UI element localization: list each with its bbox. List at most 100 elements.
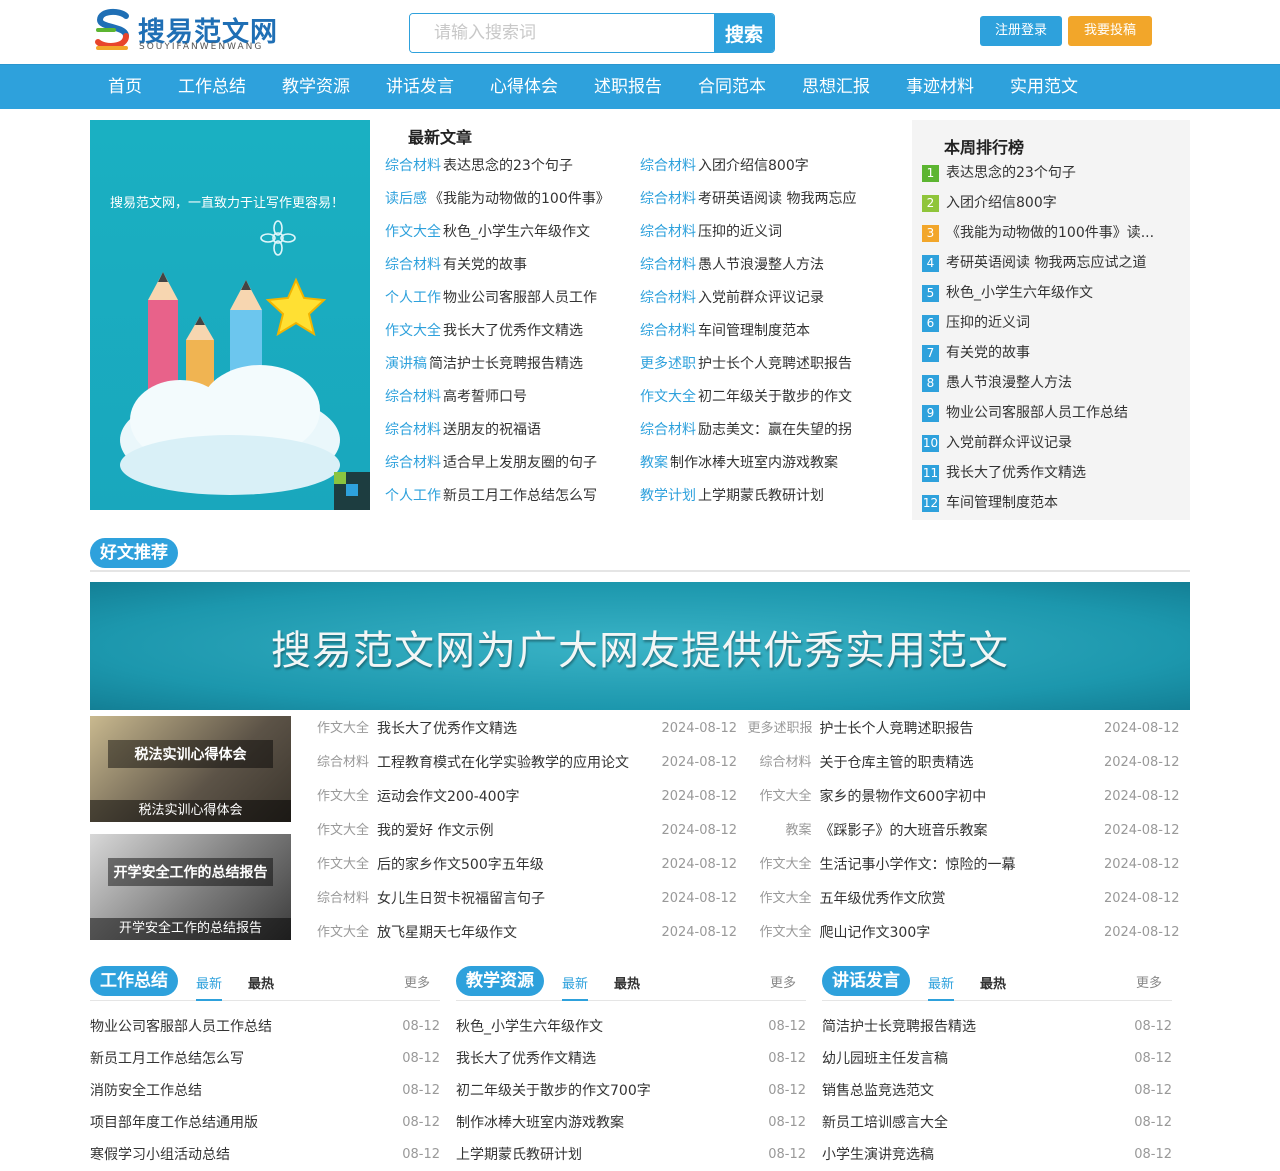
latest-item[interactable]: 综合材料 送朋友的祝福语 xyxy=(385,414,640,447)
recommend-item[interactable]: 教案 《踩影子》的大班音乐教案 2024-08-12 xyxy=(748,814,1191,848)
recommend-item[interactable]: 作文大全 家乡的景物作文600字初中 2024-08-12 xyxy=(748,780,1191,814)
list-item[interactable]: 幼儿园班主任发言稿 08-12 xyxy=(822,1043,1172,1075)
latest-item-tag[interactable]: 作文大全 xyxy=(640,389,696,405)
nav-item[interactable]: 合同范本 xyxy=(680,65,784,110)
nav-link[interactable]: 工作总结 xyxy=(160,65,264,110)
list-item[interactable]: 新员工培训感言大全 08-12 xyxy=(822,1107,1172,1139)
latest-item-title[interactable]: 高考誓师口号 xyxy=(443,389,527,405)
latest-item-tag[interactable]: 演讲稿 xyxy=(385,356,427,372)
ranking-item-title[interactable]: 车间管理制度范本 xyxy=(946,488,1058,518)
latest-item[interactable]: 作文大全 初二年级关于散步的作文 xyxy=(640,381,895,414)
latest-item-tag[interactable]: 综合材料 xyxy=(640,323,696,339)
column-title[interactable]: 工作总结 xyxy=(90,966,178,996)
latest-item-tag[interactable]: 综合材料 xyxy=(385,455,441,471)
latest-item-title[interactable]: 励志美文：赢在失望的拐 xyxy=(698,422,852,438)
latest-item[interactable]: 综合材料 愚人节浪漫整人方法 xyxy=(640,249,895,282)
list-item-title[interactable]: 初二年级关于散步的作文700字 xyxy=(456,1075,651,1107)
nav-link[interactable]: 事迹材料 xyxy=(888,65,992,110)
latest-item-title[interactable]: 有关党的故事 xyxy=(443,257,527,273)
more-link[interactable]: 更多 xyxy=(1136,972,1162,991)
latest-item-title[interactable]: 护士长个人竞聘述职报告 xyxy=(698,356,852,372)
ranking-item[interactable]: 8 愚人节浪漫整人方法 xyxy=(922,368,1172,398)
ranking-item-title[interactable]: 物业公司客服部人员工作总结 xyxy=(946,398,1128,428)
list-item-title[interactable]: 新员工培训感言大全 xyxy=(822,1107,948,1139)
latest-item-title[interactable]: 物业公司客服部人员工作 xyxy=(443,290,597,306)
latest-item-title[interactable]: 愚人节浪漫整人方法 xyxy=(698,257,824,273)
ranking-item[interactable]: 6 压抑的近义词 xyxy=(922,308,1172,338)
latest-item-title[interactable]: 车间管理制度范本 xyxy=(698,323,810,339)
latest-item-tag[interactable]: 综合材料 xyxy=(640,224,696,240)
list-item-title[interactable]: 我长大了优秀作文精选 xyxy=(456,1043,596,1075)
ranking-item-title[interactable]: 入党前群众评议记录 xyxy=(946,428,1072,458)
recommend-item[interactable]: 作文大全 我长大了优秀作文精选 2024-08-12 xyxy=(305,712,748,746)
recommend-item[interactable]: 作文大全 爬山记作文300字 2024-08-12 xyxy=(748,916,1191,950)
recommend-item-title[interactable]: 生活记事小学作文：惊险的一幕 xyxy=(820,848,1080,882)
list-item[interactable]: 销售总监竞选范文 08-12 xyxy=(822,1075,1172,1107)
latest-item-tag[interactable]: 综合材料 xyxy=(640,422,696,438)
latest-item-title[interactable]: 秋色_小学生六年级作文 xyxy=(443,224,590,240)
promo-banner[interactable]: 搜易范文网，一直致力于让写作更容易！ xyxy=(90,120,370,510)
latest-item-tag[interactable]: 教案 xyxy=(640,455,668,471)
register-login-button[interactable]: 注册登录 xyxy=(980,16,1062,46)
latest-item[interactable]: 个人工作 新员工月工作总结怎么写 xyxy=(385,480,640,513)
latest-item-title[interactable]: 我长大了优秀作文精选 xyxy=(443,323,583,339)
latest-item-tag[interactable]: 综合材料 xyxy=(640,290,696,306)
recommend-item[interactable]: 作文大全 放飞星期天七年级作文 2024-08-12 xyxy=(305,916,748,950)
column-title[interactable]: 讲话发言 xyxy=(822,966,910,996)
list-item-title[interactable]: 消防安全工作总结 xyxy=(90,1075,202,1107)
latest-item-title[interactable]: 适合早上发朋友圈的句子 xyxy=(443,455,597,471)
more-link[interactable]: 更多 xyxy=(404,972,430,991)
tab-latest[interactable]: 最新 xyxy=(196,973,223,1001)
recommend-item[interactable]: 作文大全 五年级优秀作文欣赏 2024-08-12 xyxy=(748,882,1191,916)
latest-item-title[interactable]: 压抑的近义词 xyxy=(698,224,782,240)
nav-item[interactable]: 首页 xyxy=(90,65,160,110)
recommend-item-title[interactable]: 关于仓库主管的职责精选 xyxy=(820,746,1080,780)
list-item[interactable]: 小学生演讲竞选稿 08-12 xyxy=(822,1139,1172,1171)
tab-latest[interactable]: 最新 xyxy=(928,973,955,1001)
latest-item[interactable]: 综合材料 有关党的故事 xyxy=(385,249,640,282)
nav-link[interactable]: 思想汇报 xyxy=(784,65,888,110)
list-item-title[interactable]: 上学期蒙氏教研计划 xyxy=(456,1139,582,1171)
ranking-item[interactable]: 4 考研英语阅读 物我两忘应试之道 xyxy=(922,248,1172,278)
recommend-item-title[interactable]: 家乡的景物作文600字初中 xyxy=(820,780,1080,814)
list-item-title[interactable]: 小学生演讲竞选稿 xyxy=(822,1139,934,1171)
recommend-item[interactable]: 综合材料 关于仓库主管的职责精选 2024-08-12 xyxy=(748,746,1191,780)
recommend-item[interactable]: 作文大全 运动会作文200-400字 2024-08-12 xyxy=(305,780,748,814)
latest-item-title[interactable]: 上学期蒙氏教研计划 xyxy=(698,488,824,504)
search-input[interactable] xyxy=(410,14,714,52)
latest-item-tag[interactable]: 综合材料 xyxy=(385,389,441,405)
latest-item[interactable]: 综合材料 励志美文：赢在失望的拐 xyxy=(640,414,895,447)
nav-item[interactable]: 教学资源 xyxy=(264,65,368,110)
latest-item-tag[interactable]: 综合材料 xyxy=(640,158,696,174)
list-item[interactable]: 消防安全工作总结 08-12 xyxy=(90,1075,440,1107)
nav-link[interactable]: 合同范本 xyxy=(680,65,784,110)
ranking-item[interactable]: 3 《我能为动物做的100件事》读... xyxy=(922,218,1172,248)
latest-item[interactable]: 更多述职 护士长个人竞聘述职报告 xyxy=(640,348,895,381)
list-item[interactable]: 我长大了优秀作文精选 08-12 xyxy=(456,1043,806,1075)
latest-item[interactable]: 作文大全 秋色_小学生六年级作文 xyxy=(385,216,640,249)
ranking-item-title[interactable]: 我长大了优秀作文精选 xyxy=(946,458,1086,488)
ranking-item-title[interactable]: 《我能为动物做的100件事》读... xyxy=(946,218,1154,248)
recommend-item-title[interactable]: 我长大了优秀作文精选 xyxy=(377,712,637,746)
ranking-item[interactable]: 1 表达思念的23个句子 xyxy=(922,158,1172,188)
recommend-item[interactable]: 作文大全 我的爱好 作文示例 2024-08-12 xyxy=(305,814,748,848)
recommend-item-title[interactable]: 后的家乡作文500字五年级 xyxy=(377,848,637,882)
ranking-item-title[interactable]: 压抑的近义词 xyxy=(946,308,1030,338)
latest-item-title[interactable]: 《我能为动物做的100件事》 xyxy=(429,191,610,207)
tab-latest[interactable]: 最新 xyxy=(562,973,589,1001)
latest-item[interactable]: 教学计划 上学期蒙氏教研计划 xyxy=(640,480,895,513)
ranking-item-title[interactable]: 愚人节浪漫整人方法 xyxy=(946,368,1072,398)
nav-link[interactable]: 教学资源 xyxy=(264,65,368,110)
tab-hottest[interactable]: 最热 xyxy=(980,973,1006,992)
recommend-item-title[interactable]: 工程教育模式在化学实验教学的应用论文 xyxy=(377,746,637,780)
ranking-item[interactable]: 7 有关党的故事 xyxy=(922,338,1172,368)
nav-item[interactable]: 实用范文 xyxy=(992,65,1096,110)
list-item-title[interactable]: 寒假学习小组活动总结 xyxy=(90,1139,230,1171)
nav-link[interactable]: 首页 xyxy=(90,65,160,110)
latest-item-tag[interactable]: 综合材料 xyxy=(385,257,441,273)
recommend-item-title[interactable]: 五年级优秀作文欣赏 xyxy=(820,882,1080,916)
latest-item[interactable]: 综合材料 入团介绍信800字 xyxy=(640,150,895,183)
latest-item-title[interactable]: 初二年级关于散步的作文 xyxy=(698,389,852,405)
recommend-item-title[interactable]: 护士长个人竞聘述职报告 xyxy=(820,712,1080,746)
latest-item-title[interactable]: 入党前群众评议记录 xyxy=(698,290,824,306)
